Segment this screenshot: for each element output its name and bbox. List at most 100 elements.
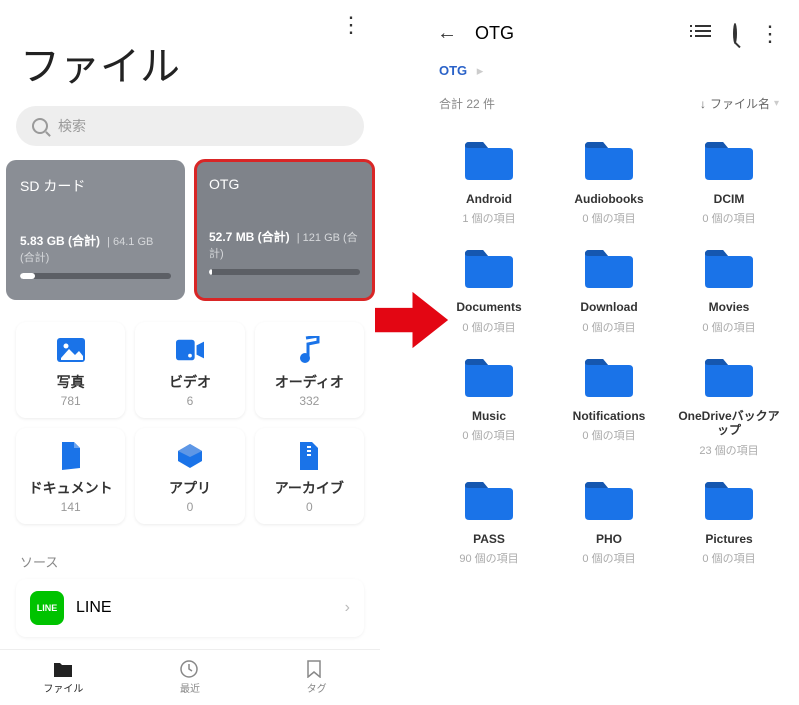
category-label: オーディオ (259, 372, 360, 392)
folder-item-count: 0 個の項目 (673, 210, 785, 226)
folder-item[interactable]: PASS 90 個の項目 (431, 470, 547, 572)
more-menu-button[interactable]: ⋮ (340, 20, 362, 30)
screen-title: OTG (475, 23, 677, 44)
folder-item-count: 23 個の項目 (673, 442, 785, 458)
category-label: ドキュメント (20, 478, 121, 498)
page-title: ファイル (0, 34, 380, 106)
more-menu-button[interactable]: ⋮ (759, 29, 781, 39)
folder-icon (583, 480, 635, 522)
breadcrumb[interactable]: OTG ▸ (419, 51, 799, 87)
category-アーカイブ[interactable]: アーカイブ 0 (255, 428, 364, 524)
document-icon (57, 442, 85, 470)
sources-heading: ソース (0, 534, 380, 579)
archive-icon (295, 442, 323, 470)
folder-item[interactable]: Pictures 0 個の項目 (671, 470, 787, 572)
folder-name: PHO (553, 532, 665, 546)
folder-item-count: 90 個の項目 (433, 550, 545, 566)
folder-item[interactable]: Movies 0 個の項目 (671, 238, 787, 340)
folder-item-count: 0 個の項目 (673, 550, 785, 566)
search-button[interactable] (733, 25, 737, 43)
folder-name: Notifications (553, 409, 665, 423)
folder-name: OneDriveバックアップ (673, 409, 785, 438)
video-icon (176, 336, 204, 364)
category-count: 141 (20, 500, 121, 514)
storage-cards-row: SD カード 5.83 GB (合計) | 64.1 GB (合計) OTG 5… (0, 160, 380, 312)
search-input[interactable]: 検索 (16, 106, 364, 146)
source-item-line[interactable]: LINE LINE › (16, 579, 364, 637)
folder-icon (583, 357, 635, 399)
folder-item[interactable]: PHO 0 個の項目 (551, 470, 667, 572)
category-ドキュメント[interactable]: ドキュメント 141 (16, 428, 125, 524)
category-ビデオ[interactable]: ビデオ 6 (135, 322, 244, 418)
folder-icon (463, 140, 515, 182)
folder-icon (583, 140, 635, 182)
folder-icon (463, 357, 515, 399)
folder-icon (703, 248, 755, 290)
folder-item[interactable]: Audiobooks 0 個の項目 (551, 130, 667, 232)
folder-icon (463, 480, 515, 522)
sort-arrow-icon: ↓ (700, 97, 706, 111)
folder-icon (583, 248, 635, 290)
category-count: 6 (139, 394, 240, 408)
category-オーディオ[interactable]: オーディオ 332 (255, 322, 364, 418)
category-label: 写真 (20, 372, 121, 392)
storage-bar (20, 273, 171, 279)
category-count: 781 (20, 394, 121, 408)
search-icon (32, 118, 48, 134)
category-count: 332 (259, 394, 360, 408)
sort-selector[interactable]: ↓ ファイル名 ▾ (700, 95, 779, 112)
folder-name: Pictures (673, 532, 785, 546)
audio-icon (295, 336, 323, 364)
chevron-down-icon: ▾ (774, 98, 779, 109)
folder-item[interactable]: Download 0 個の項目 (551, 238, 667, 340)
storage-name: SD カード (20, 176, 171, 196)
view-list-button[interactable] (695, 22, 711, 45)
item-count-label: 合計 22 件 (439, 95, 495, 112)
bookmark-icon (307, 660, 327, 678)
storage-usage: 52.7 MB (合計) | 121 GB (合計) (209, 228, 360, 261)
nav-label: ファイル (43, 680, 83, 695)
folder-name: Download (553, 300, 665, 314)
folder-item-count: 0 個の項目 (553, 319, 665, 335)
category-grid: 写真 781 ビデオ 6 オーディオ 332 ドキュメント 141 アプリ 0 … (0, 312, 380, 534)
folder-name: Android (433, 192, 545, 206)
category-label: アーカイブ (259, 478, 360, 498)
category-アプリ[interactable]: アプリ 0 (135, 428, 244, 524)
folder-icon (703, 140, 755, 182)
folder-grid: Android 1 個の項目 Audiobooks 0 個の項目 DCIM 0 … (419, 122, 799, 572)
folder-icon (703, 357, 755, 399)
folder-item[interactable]: OneDriveバックアップ 23 個の項目 (671, 347, 787, 464)
category-label: アプリ (139, 478, 240, 498)
back-button[interactable]: ← (437, 22, 457, 45)
nav-最近[interactable]: 最近 (127, 650, 254, 705)
breadcrumb-sep-icon: ▸ (477, 63, 484, 78)
category-写真[interactable]: 写真 781 (16, 322, 125, 418)
folder-item[interactable]: Notifications 0 個の項目 (551, 347, 667, 464)
nav-label: 最近 (180, 680, 200, 695)
nav-ファイル[interactable]: ファイル (0, 650, 127, 705)
storage-card-otg[interactable]: OTG 52.7 MB (合計) | 121 GB (合計) (195, 160, 374, 300)
folder-icon (463, 248, 515, 290)
storage-bar (209, 269, 360, 275)
storage-name: OTG (209, 176, 360, 192)
otg-folder-screen: ← OTG ⋮ OTG ▸ 合計 22 件 ↓ ファイル名 ▾ (419, 0, 799, 705)
folder-solid-icon (53, 660, 73, 678)
folder-name: DCIM (673, 192, 785, 206)
nav-タグ[interactable]: タグ (253, 650, 380, 705)
bottom-nav: ファイル 最近 タグ (0, 649, 380, 705)
folder-item-count: 0 個の項目 (553, 550, 665, 566)
storage-card-sd-カード[interactable]: SD カード 5.83 GB (合計) | 64.1 GB (合計) (6, 160, 185, 300)
files-home-screen: ⋮ ファイル 検索 SD カード 5.83 GB (合計) | 64.1 GB … (0, 0, 380, 705)
folder-item-count: 0 個の項目 (553, 210, 665, 226)
folder-item[interactable]: DCIM 0 個の項目 (671, 130, 787, 232)
folder-item[interactable]: Android 1 個の項目 (431, 130, 547, 232)
sort-label: ファイル名 (710, 95, 770, 112)
breadcrumb-item[interactable]: OTG (439, 63, 467, 78)
chevron-right-icon: › (345, 599, 350, 617)
folder-item-count: 0 個の項目 (553, 427, 665, 443)
app-icon (176, 442, 204, 470)
source-name: LINE (76, 599, 112, 617)
clock-icon (180, 660, 200, 678)
folder-item[interactable]: Music 0 個の項目 (431, 347, 547, 464)
folder-item-count: 0 個の項目 (433, 427, 545, 443)
